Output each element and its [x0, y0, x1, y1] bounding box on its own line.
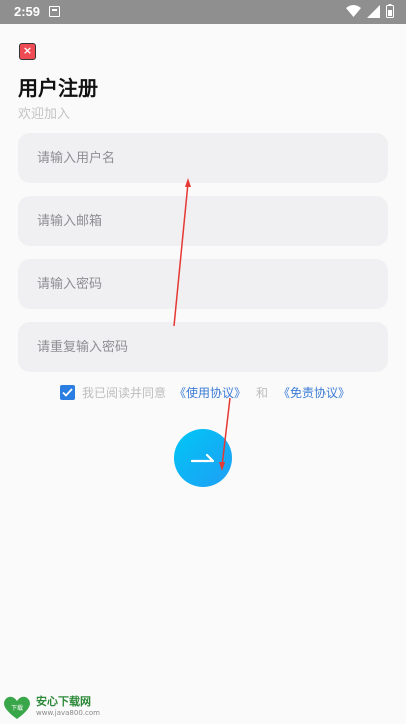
email-input[interactable]	[18, 196, 388, 246]
watermark-url: www.java800.com	[36, 709, 100, 717]
agreement-text: 我已阅读并同意	[82, 386, 167, 400]
email-field-wrapper	[18, 196, 388, 246]
password-field-wrapper	[18, 259, 388, 309]
arrow-right-icon	[191, 453, 215, 463]
agreement-and: 和	[256, 386, 269, 400]
wifi-icon	[346, 5, 361, 17]
confirm-password-input[interactable]	[18, 322, 388, 372]
battery-icon	[386, 4, 394, 18]
status-icons	[346, 4, 394, 18]
svg-text:下载: 下载	[11, 704, 23, 712]
confirm-password-field-wrapper	[18, 322, 388, 372]
page-subtitle: 欢迎加入	[18, 107, 71, 122]
submit-button[interactable]	[174, 429, 232, 487]
username-input[interactable]	[18, 133, 388, 183]
disclaimer-link[interactable]: 《免责协议》	[278, 384, 350, 401]
username-field-wrapper	[18, 133, 388, 183]
close-button[interactable]: ×	[19, 43, 36, 60]
agreement-checkbox[interactable]	[60, 385, 75, 400]
watermark: 下载 安心下载网 www.java800.com	[2, 694, 100, 720]
agreement-row: 我已阅读并同意 《使用协议》 和 《免责协议》	[60, 384, 350, 401]
check-icon	[62, 388, 73, 397]
notification-icon	[49, 6, 60, 17]
terms-link[interactable]: 《使用协议》	[174, 384, 246, 401]
signal-icon	[367, 4, 380, 18]
watermark-logo: 下载	[2, 694, 32, 720]
status-bar: 2:59	[0, 0, 406, 24]
status-time: 2:59	[14, 4, 41, 19]
password-input[interactable]	[18, 259, 388, 309]
watermark-title: 安心下载网	[36, 695, 91, 708]
page-title: 用户注册	[18, 76, 98, 100]
close-icon: ×	[22, 44, 33, 57]
